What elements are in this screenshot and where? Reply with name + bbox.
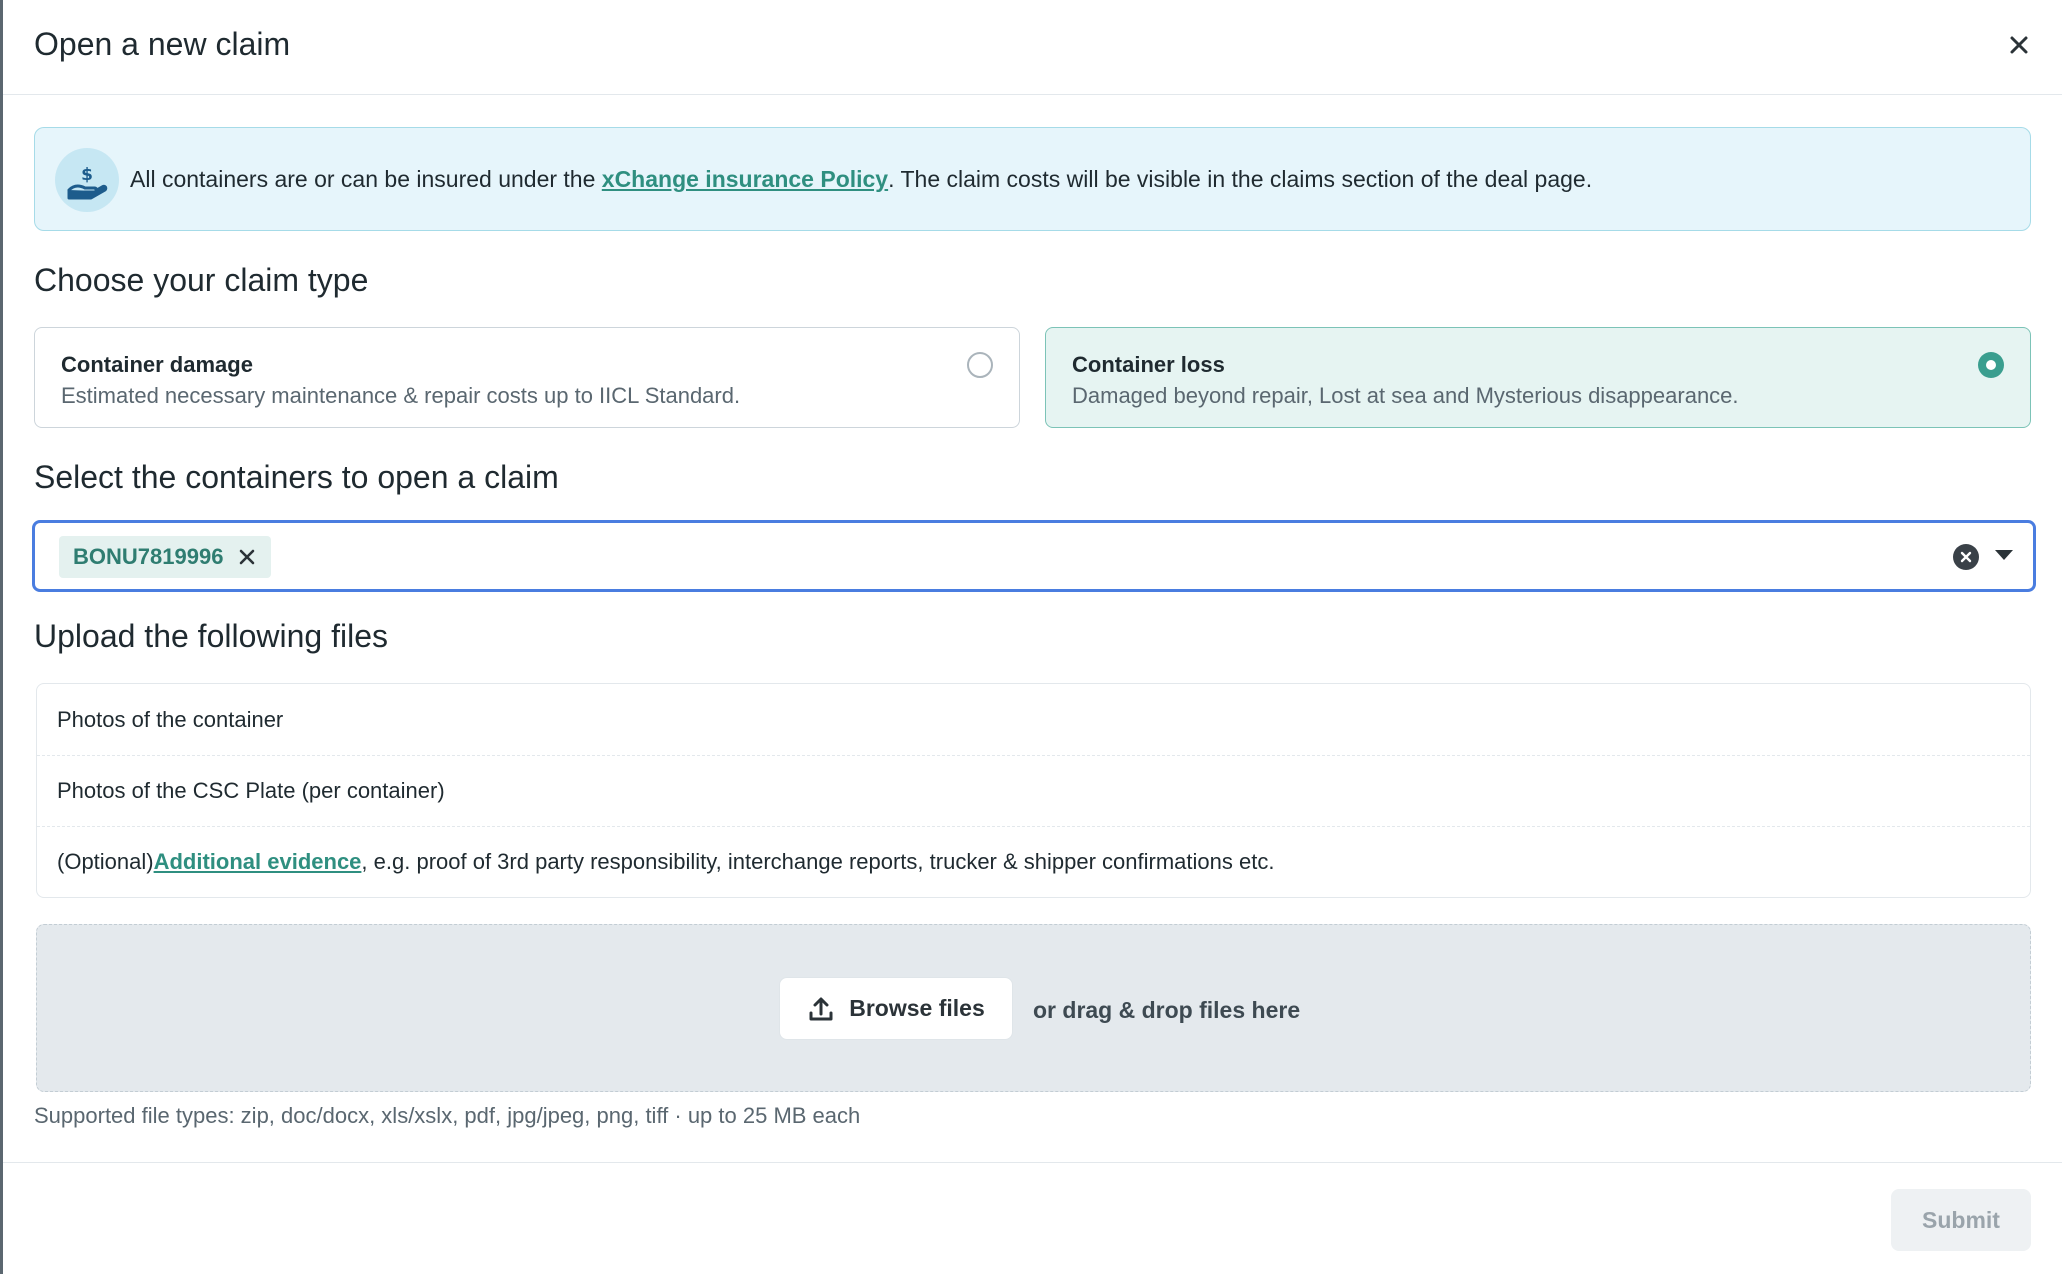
list-item: Photos of the CSC Plate (per container) bbox=[37, 755, 2030, 826]
insurance-hand-dollar-icon: $ bbox=[55, 148, 119, 212]
radio-checked[interactable] bbox=[1978, 352, 2004, 378]
containers-heading: Select the containers to open a claim bbox=[34, 459, 559, 495]
drag-drop-text: or drag & drop files here bbox=[1033, 997, 1301, 1023]
file-dropzone[interactable]: Browse files or drag & drop files here bbox=[36, 924, 2031, 1092]
claim-type-option-container-damage[interactable]: Container damage Estimated necessary mai… bbox=[34, 327, 1020, 428]
optional-suffix: , e.g. proof of 3rd party responsibility… bbox=[361, 849, 1275, 874]
upload-icon bbox=[809, 997, 833, 1020]
info-text: All containers are or can be insured und… bbox=[130, 166, 1592, 193]
modal-header: Open a new claim bbox=[3, 0, 2062, 95]
insurance-policy-link[interactable]: xChange insurance Policy bbox=[602, 166, 888, 192]
option-title: Container loss bbox=[1072, 352, 1225, 377]
svg-text:$: $ bbox=[81, 165, 93, 185]
browse-files-button[interactable]: Browse files bbox=[779, 977, 1013, 1040]
submit-button[interactable]: Submit bbox=[1891, 1189, 2031, 1251]
clear-selection-icon[interactable] bbox=[1953, 544, 1979, 570]
optional-prefix: (Optional) bbox=[57, 849, 154, 874]
option-description: Estimated necessary maintenance & repair… bbox=[61, 383, 741, 408]
container-chip: BONU7819996 bbox=[59, 536, 272, 578]
list-item-optional: (Optional) Additional evidence, e.g. pro… bbox=[37, 826, 2030, 897]
list-item: Photos of the container bbox=[57, 706, 284, 732]
option-description: Damaged beyond repair, Lost at sea and M… bbox=[1072, 383, 1739, 408]
close-icon[interactable] bbox=[2002, 28, 2036, 62]
modal-footer: Submit bbox=[3, 1162, 2062, 1274]
claim-type-heading: Choose your claim type bbox=[34, 262, 369, 298]
modal-title: Open a new claim bbox=[34, 26, 291, 62]
info-text-after: . The claim costs will be visible in the… bbox=[888, 166, 1593, 192]
new-claim-modal: Open a new claim $ All containers are or… bbox=[3, 0, 2062, 1274]
chip-label: BONU7819996 bbox=[73, 544, 224, 569]
claim-type-option-container-loss[interactable]: Container loss Damaged beyond repair, Lo… bbox=[1045, 327, 2031, 428]
browse-files-label: Browse files bbox=[849, 995, 985, 1021]
option-title: Container damage bbox=[61, 352, 253, 377]
chevron-down-icon[interactable] bbox=[1995, 550, 2013, 560]
info-text-before: All containers are or can be insured und… bbox=[130, 166, 602, 192]
additional-evidence-link[interactable]: Additional evidence bbox=[154, 849, 362, 875]
remove-chip-icon[interactable] bbox=[237, 547, 257, 567]
radio-unchecked[interactable] bbox=[967, 352, 993, 378]
supported-file-types: Supported file types: zip, doc/docx, xls… bbox=[34, 1103, 861, 1128]
upload-heading: Upload the following files bbox=[34, 618, 388, 654]
insurance-info-banner: $ All containers are or can be insured u… bbox=[34, 127, 2031, 231]
required-files-list: Photos of the container Photos of the CS… bbox=[36, 683, 2031, 898]
container-multi-select[interactable]: BONU7819996 bbox=[32, 520, 2036, 592]
